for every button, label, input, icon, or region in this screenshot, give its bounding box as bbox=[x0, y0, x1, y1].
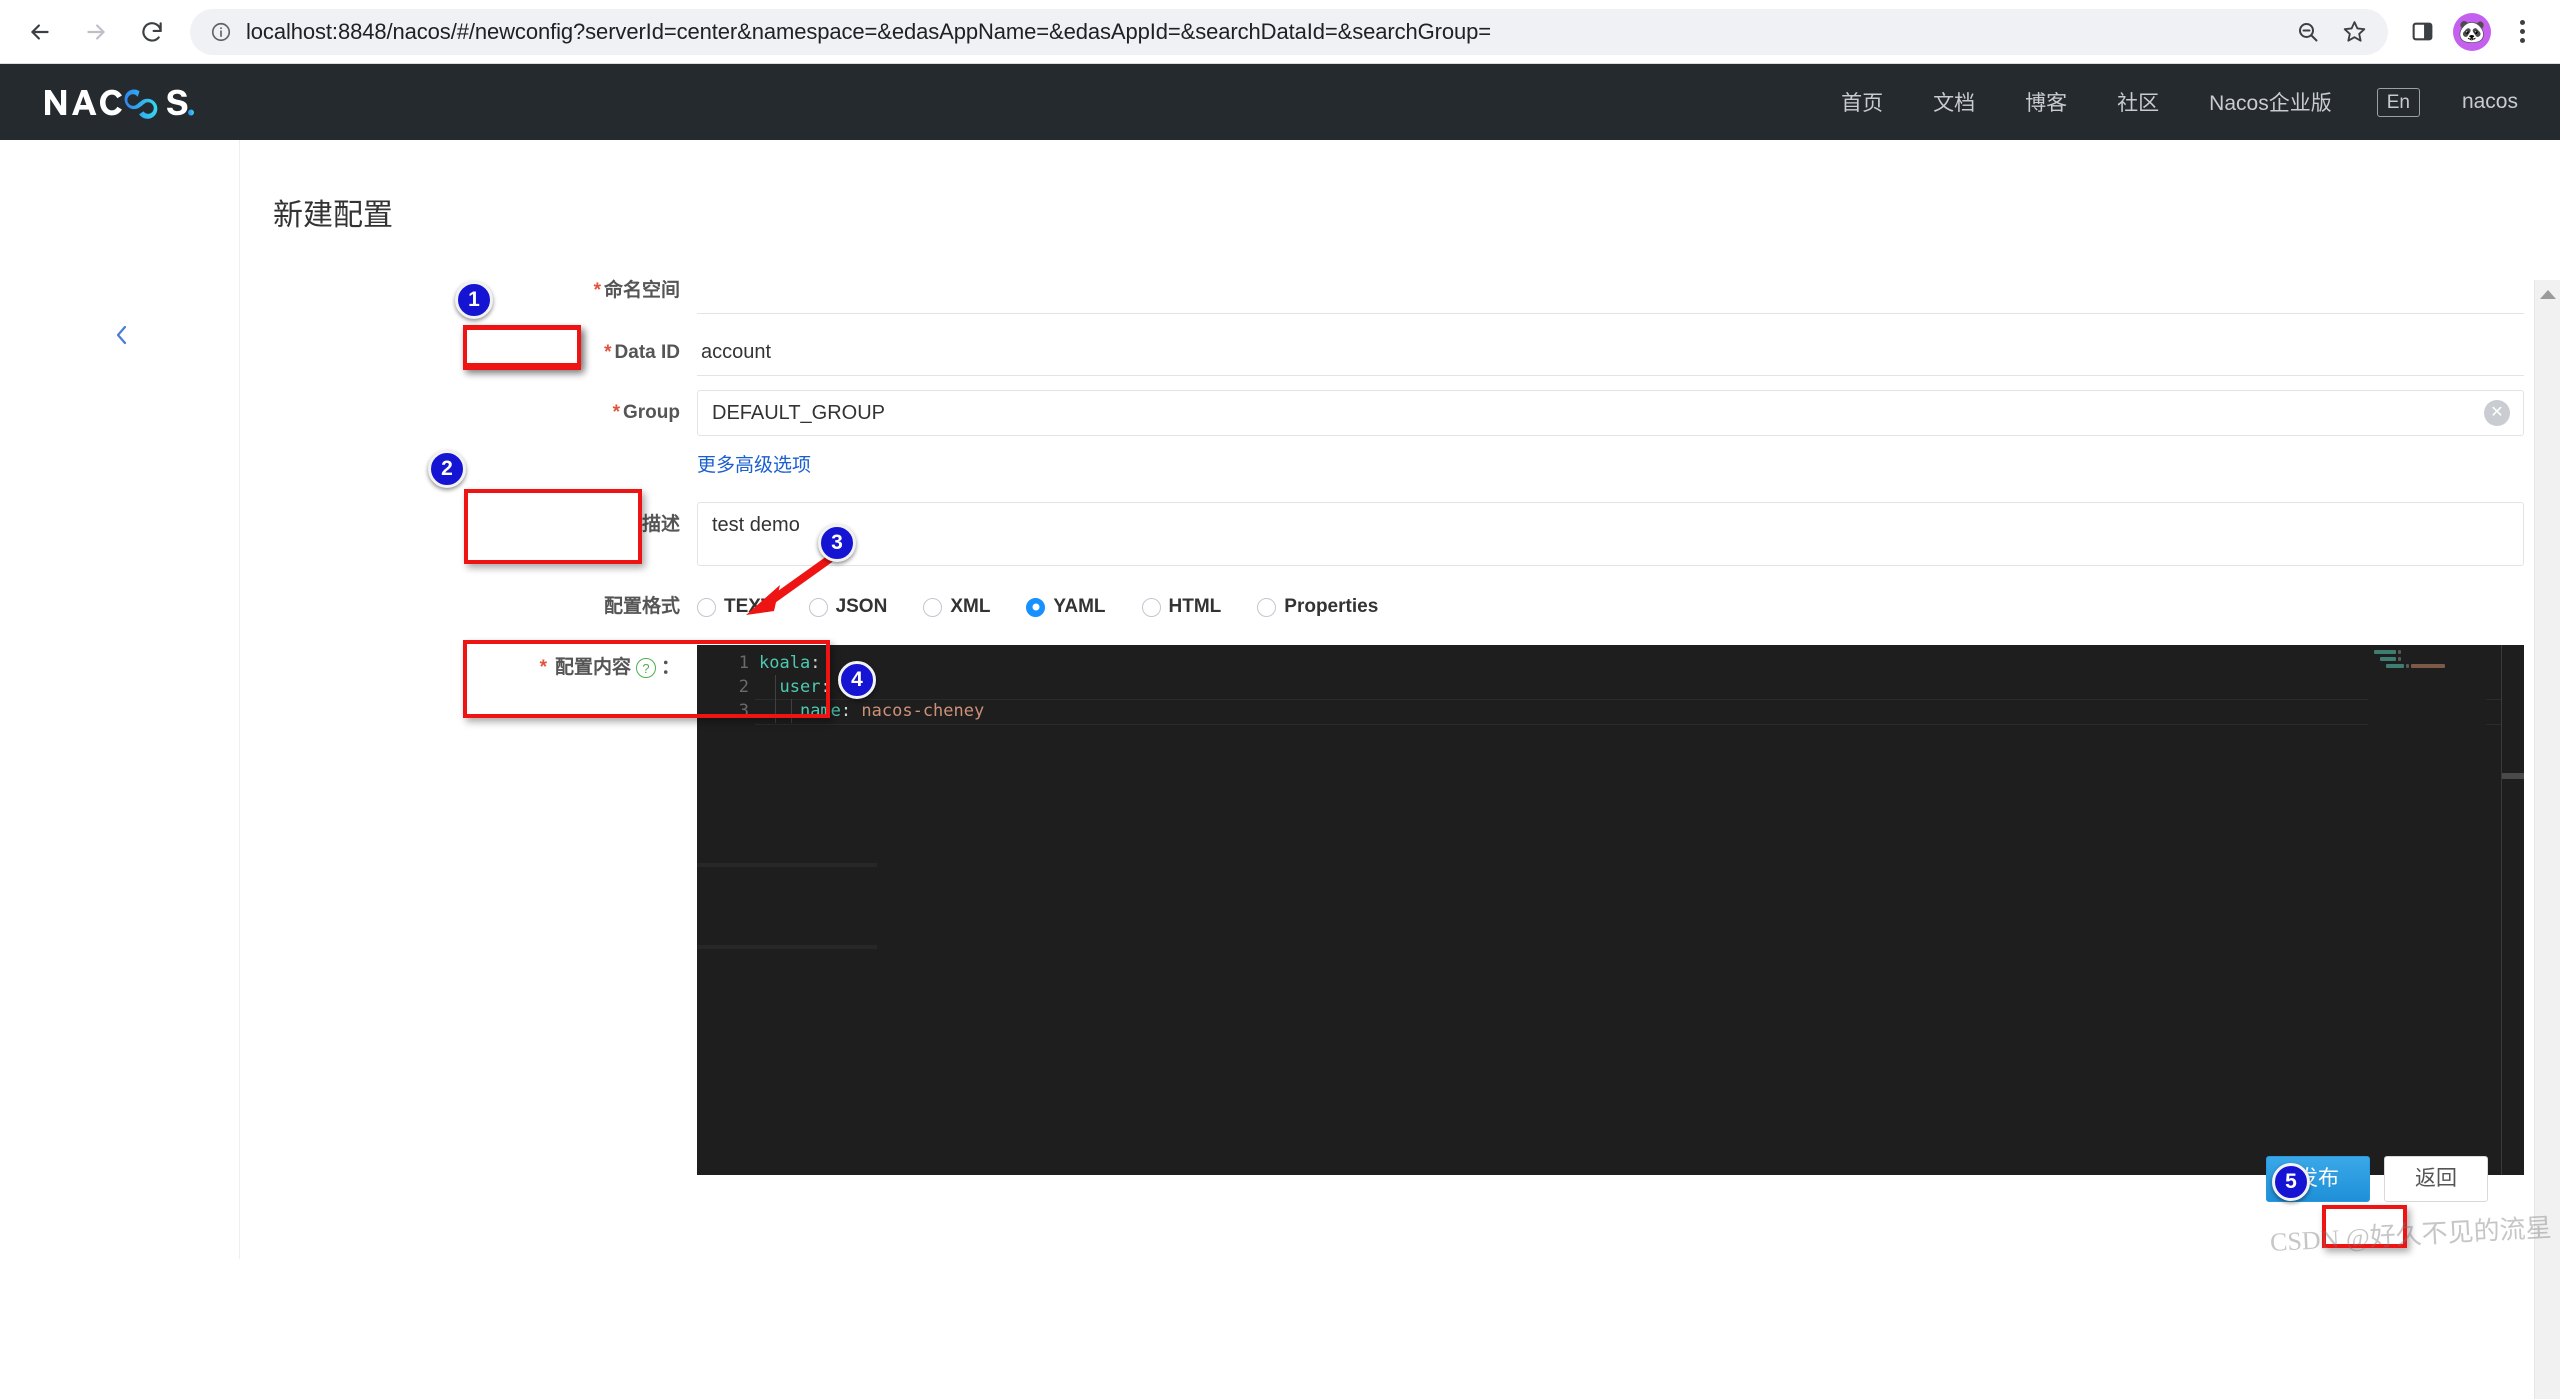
annotation-badge-3: 3 bbox=[818, 524, 856, 562]
reload-button[interactable] bbox=[126, 6, 178, 58]
nacos-top-header: 首页 文档 博客 社区 Nacos企业版 En nacos bbox=[0, 64, 2560, 140]
nacos-logo[interactable] bbox=[43, 85, 215, 119]
advanced-field-wrap: 更多高级选项 bbox=[697, 454, 2524, 481]
radio-format-xml[interactable]: XML bbox=[923, 596, 990, 618]
description-field-wrap bbox=[697, 502, 2524, 571]
side-panel-icon[interactable] bbox=[2398, 8, 2446, 56]
back-button-form[interactable]: 返回 bbox=[2384, 1156, 2488, 1202]
description-textarea[interactable] bbox=[697, 502, 2524, 566]
nav-item-community[interactable]: 社区 bbox=[2092, 87, 2184, 117]
panda-avatar-icon: 🐼 bbox=[2453, 12, 2491, 51]
editor-scrollbar-thumb[interactable] bbox=[2502, 773, 2524, 779]
indent-guide bbox=[791, 699, 792, 723]
form-row-namespace: * 命名空间 bbox=[240, 268, 2524, 330]
data-id-input[interactable] bbox=[697, 330, 2524, 376]
code-line-3: name: nacos-cheney bbox=[755, 699, 2524, 725]
group-field-wrap: ✕ bbox=[697, 390, 2524, 436]
radio-dot bbox=[1257, 597, 1277, 617]
page-title: 新建配置 bbox=[273, 199, 393, 232]
forward-button[interactable] bbox=[70, 6, 122, 58]
namespace-field-wrap bbox=[697, 268, 2524, 314]
namespace-input[interactable] bbox=[697, 268, 2524, 314]
required-asterisk: * bbox=[604, 342, 612, 363]
form-row-data-id: * Data ID bbox=[240, 330, 2524, 376]
editor-fold-marker bbox=[697, 945, 877, 949]
browser-toolbar: localhost:8848/nacos/#/newconfig?serverI… bbox=[0, 0, 2560, 64]
format-radio-group: TEXT JSON XML YAML HTML Properties bbox=[697, 596, 2524, 618]
data-id-label: * Data ID bbox=[604, 342, 680, 363]
format-label: 配置格式 bbox=[603, 596, 680, 617]
radio-dot bbox=[1026, 597, 1046, 617]
group-input[interactable] bbox=[697, 390, 2524, 436]
required-asterisk: * bbox=[593, 280, 601, 301]
zoom-out-icon[interactable] bbox=[2286, 10, 2330, 54]
chevron-left-icon[interactable] bbox=[110, 323, 134, 347]
radio-format-properties[interactable]: Properties bbox=[1257, 596, 1378, 618]
editor-line-numbers: 1 2 3 bbox=[697, 645, 759, 1175]
nav-item-home[interactable]: 首页 bbox=[1816, 87, 1908, 117]
header-nav: 首页 文档 博客 社区 Nacos企业版 En nacos bbox=[1816, 87, 2560, 117]
nav-item-enterprise[interactable]: Nacos企业版 bbox=[2184, 87, 2357, 117]
editor-code-area[interactable]: koala: user: name: nacos-cheney bbox=[755, 651, 2524, 725]
three-dot-menu-icon[interactable] bbox=[2498, 8, 2546, 56]
question-mark-icon[interactable]: ? bbox=[635, 658, 656, 678]
line-number: 1 bbox=[738, 653, 749, 673]
content-label: * 配置内容 ? ： bbox=[240, 645, 697, 683]
nav-item-docs[interactable]: 文档 bbox=[1908, 87, 2000, 117]
reload-icon bbox=[139, 19, 165, 45]
forward-arrow-icon bbox=[83, 19, 109, 45]
radio-format-yaml[interactable]: YAML bbox=[1026, 596, 1106, 618]
data-id-field-wrap bbox=[697, 330, 2524, 376]
more-advanced-options-link[interactable]: 更多高级选项 bbox=[697, 455, 811, 476]
content-field-wrap: 1 2 3 koala: user: name: nacos-cheney bbox=[697, 645, 2524, 1175]
radio-dot bbox=[697, 597, 716, 617]
description-label: 描述 bbox=[641, 514, 680, 535]
back-button[interactable] bbox=[14, 6, 66, 58]
form-row-description: 描述 bbox=[240, 502, 2524, 571]
annotation-badge-2: 2 bbox=[428, 450, 466, 488]
main-content: 新建配置 * 命名空间 * Data ID account * Group DE… bbox=[240, 140, 2524, 1259]
profile-button[interactable]: 🐼 bbox=[2448, 8, 2496, 56]
config-content-editor[interactable]: 1 2 3 koala: user: name: nacos-cheney bbox=[697, 645, 2524, 1175]
required-asterisk: * bbox=[539, 657, 547, 678]
clear-circle-icon[interactable]: ✕ bbox=[2484, 400, 2510, 426]
group-label: * Group bbox=[612, 402, 680, 423]
radio-dot bbox=[923, 597, 943, 617]
form-row-format: 配置格式 TEXT JSON XML YAML HTML Properties bbox=[240, 591, 2524, 623]
back-arrow-icon bbox=[27, 19, 53, 45]
star-bookmark-icon[interactable] bbox=[2332, 10, 2376, 54]
radio-dot bbox=[1141, 597, 1161, 617]
new-config-form: *命名空间 *Data ID *Group bbox=[240, 268, 2524, 1175]
editor-minimap[interactable] bbox=[2368, 645, 2486, 1175]
form-row-content: * 配置内容 ? ： 1 2 3 koala: user: name: naco… bbox=[240, 645, 2524, 1175]
indent-guide bbox=[775, 675, 776, 723]
form-row-group: *Group ✕ bbox=[240, 390, 2524, 436]
annotation-badge-5: 5 bbox=[2272, 1163, 2310, 1201]
annotation-badge-1: 1 bbox=[455, 281, 493, 319]
language-switch-button[interactable]: En bbox=[2376, 87, 2420, 117]
page-body: 新建配置 * 命名空间 * Data ID account * Group DE… bbox=[0, 140, 2560, 1399]
annotation-badge-4: 4 bbox=[838, 661, 876, 699]
line-number: 3 bbox=[738, 701, 749, 721]
editor-scrollbar[interactable] bbox=[2502, 645, 2524, 1175]
scroll-up-arrow-icon[interactable] bbox=[2539, 290, 2556, 299]
required-asterisk: * bbox=[612, 402, 620, 423]
format-field-wrap: TEXT JSON XML YAML HTML Properties bbox=[697, 596, 2524, 618]
code-line-2: user: bbox=[779, 677, 831, 697]
radio-format-html[interactable]: HTML bbox=[1141, 596, 1221, 618]
current-user-label[interactable]: nacos bbox=[2440, 90, 2518, 114]
browser-toolbar-right: 🐼 bbox=[2398, 8, 2560, 56]
address-bar[interactable]: localhost:8848/nacos/#/newconfig?serverI… bbox=[190, 8, 2388, 55]
form-row-advanced: 更多高级选项 bbox=[240, 436, 2524, 498]
nav-item-blog[interactable]: 博客 bbox=[2000, 87, 2092, 117]
browser-nav-buttons bbox=[0, 6, 178, 58]
sidebar-rail bbox=[0, 140, 240, 1259]
line-number: 2 bbox=[738, 677, 749, 697]
omnibox-actions bbox=[2286, 10, 2376, 54]
site-info-icon[interactable] bbox=[208, 19, 234, 45]
editor-fold-marker bbox=[697, 863, 877, 867]
url-text: localhost:8848/nacos/#/newconfig?serverI… bbox=[246, 18, 1492, 44]
code-line-1: koala: bbox=[759, 653, 821, 673]
